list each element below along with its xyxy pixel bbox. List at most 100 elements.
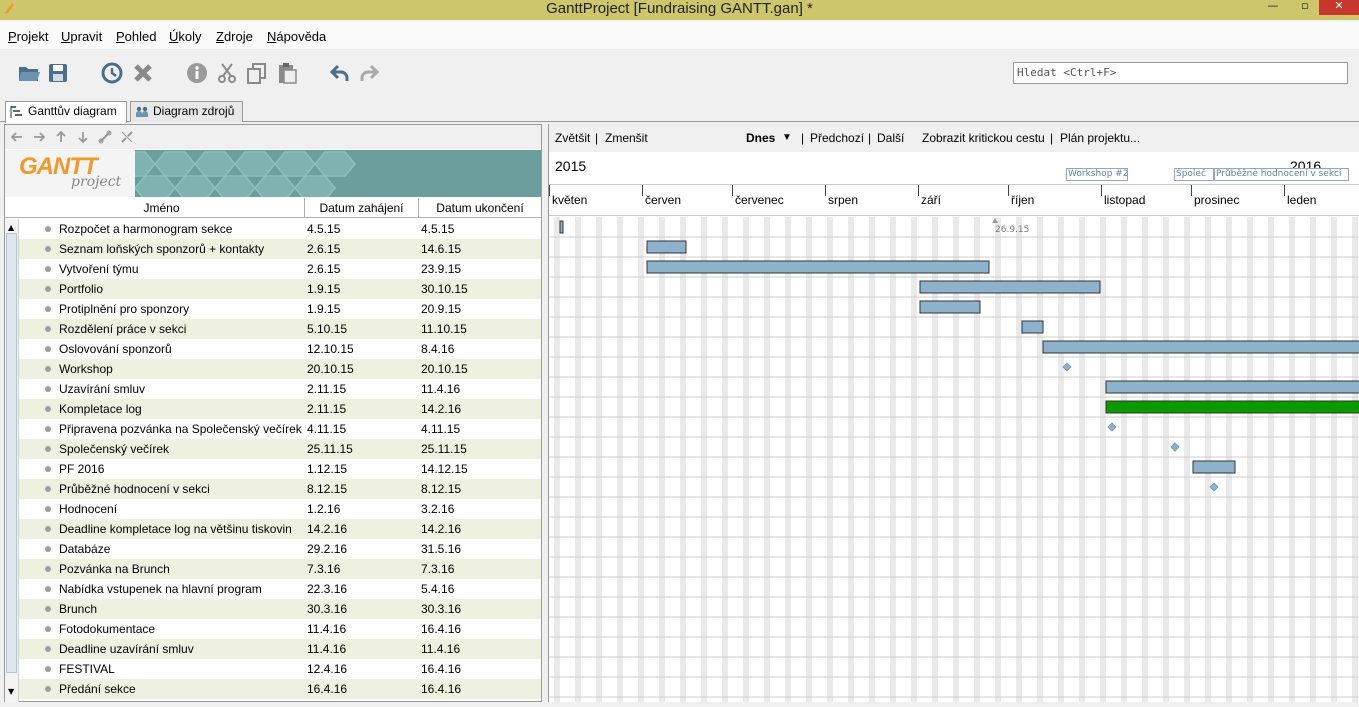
task-bullet-icon [45,426,51,432]
table-row[interactable]: Předání sekce 16.4.16 16.4.16 [19,679,541,699]
task-end-cell: 11.10.15 [421,322,467,336]
task-bar [1105,400,1359,414]
month-tick [549,185,550,196]
gantt-chart-canvas[interactable]: 26.9.15 [549,217,1359,702]
move-down-icon[interactable] [75,129,91,145]
menu-napoveda[interactable]: Nápověda [267,29,326,44]
weekend-stripe [1121,217,1124,702]
move-up-icon[interactable] [53,129,69,145]
table-row[interactable]: Společenský večírek 25.11.15 25.11.15 [19,439,541,459]
menu-upravit[interactable]: Upravit [61,29,102,44]
task-nav-toolbar [5,125,541,149]
weekend-stripe [1124,217,1127,702]
task-bullet-icon [45,226,51,232]
search-input[interactable]: Hledat <Ctrl+F> [1013,62,1348,84]
weekend-stripe [872,217,875,702]
menu-pohled[interactable]: Pohled [116,29,156,44]
column-header-end[interactable]: Datum ukončení [419,198,541,218]
task-name-cell: PF 2016 [59,462,105,476]
minimize-button[interactable]: — [1263,0,1283,13]
indent-icon[interactable] [31,129,47,145]
table-row[interactable]: Workshop 20.10.15 20.10.15 [19,359,541,379]
tab-gantt-chart[interactable]: Ganttův diagram [5,101,127,123]
month-tick [1191,185,1192,196]
weekend-stripe [1292,217,1295,702]
unlink-icon[interactable] [119,129,135,145]
table-row[interactable]: Kompletace log 2.11.15 14.2.16 [19,399,541,419]
previous-link[interactable]: Předchozí [810,131,864,145]
undo-icon[interactable] [328,61,352,85]
critical-path-link[interactable]: Zobrazit kritickou cestu [922,131,1045,145]
column-header-start[interactable]: Datum zahájení [305,198,419,218]
table-row[interactable]: Rozpočet a harmonogram sekce 4.5.15 4.5.15 [19,219,541,239]
table-row[interactable]: Hodnocení 1.2.16 3.2.16 [19,499,541,519]
weekend-stripe [746,217,749,702]
month-tick [825,185,826,196]
column-header-name[interactable]: Jméno [19,198,305,218]
table-row[interactable]: Brunch 30.3.16 30.3.16 [19,599,541,619]
next-link[interactable]: Další [877,131,904,145]
table-row[interactable]: Vytvoření týmu 2.6.15 23.9.15 [19,259,541,279]
task-name-cell: Nabídka vstupenek na hlavní program [59,582,262,596]
history-clock-icon[interactable] [100,61,124,85]
maximize-button[interactable]: ▫ [1295,0,1315,13]
weekend-stripe [809,217,812,702]
table-row[interactable]: Deadline kompletace log na většinu tisko… [19,519,541,539]
weekend-stripe [596,217,599,702]
save-icon[interactable] [46,61,70,85]
table-row[interactable]: Pozvánka na Brunch 7.3.16 7.3.16 [19,559,541,579]
table-row[interactable]: Uzavírání smluv 2.11.15 11.4.16 [19,379,541,399]
gantt-icon [10,106,22,118]
milestone-diamond [1170,442,1180,452]
zoom-out-link[interactable]: Zmenšit [605,131,648,145]
task-table-body: Rozpočet a harmonogram sekce 4.5.15 4.5.15… [5,219,541,702]
table-row[interactable]: Průběžné hodnocení v sekci 8.12.15 8.12.15 [19,479,541,499]
table-row[interactable]: Portfolio 1.9.15 30.10.15 [19,279,541,299]
table-row[interactable]: Fotodokumentace 11.4.16 16.4.16 [19,619,541,639]
tab-resource-chart[interactable]: Diagram zdrojů [130,101,243,122]
task-name-cell: Fotodokumentace [59,622,156,636]
table-row[interactable]: Databáze 29.2.16 31.5.16 [19,539,541,559]
copy-icon[interactable] [245,61,269,85]
weekend-stripe [893,217,896,702]
task-bullet-icon [45,646,51,652]
table-row[interactable]: Seznam loňských sponzorů + kontakty 2.6.1… [19,239,541,259]
menu-ukoly[interactable]: Úkoly [169,29,202,44]
table-row[interactable]: FESTIVAL 12.4.16 16.4.16 [19,659,541,679]
open-folder-icon[interactable] [17,61,41,85]
paste-icon[interactable] [275,61,299,85]
zoom-in-link[interactable]: Zvětšit [555,131,590,145]
today-dropdown[interactable]: Dnes [746,131,775,145]
redo-icon[interactable] [357,61,381,85]
task-start-cell: 11.4.16 [307,622,347,636]
separator: | [1050,131,1054,145]
task-bullet-icon [45,546,51,552]
weekend-stripe [1142,217,1145,702]
table-row[interactable]: Oslovování sponzorů 12.10.15 8.4.16 [19,339,541,359]
weekend-stripe [1331,217,1334,702]
link-icon[interactable] [97,129,113,145]
table-row[interactable]: Protiplnění pro sponzory 1.9.15 20.9.15 [19,299,541,319]
task-end-cell: 25.11.15 [421,442,467,456]
cut-icon[interactable] [215,61,239,85]
task-bar [1021,320,1044,334]
project-plan-link[interactable]: Plán projektu... [1060,131,1140,145]
delete-icon[interactable] [131,61,155,85]
task-end-cell: 4.5.15 [421,222,455,236]
table-row[interactable]: Rozdělení práce v sekci 5.10.15 11.10.15 [19,319,541,339]
tab-gantt-label: Ganttův diagram [28,104,117,118]
menu-projekt[interactable]: Projekt [8,29,48,44]
milestone-diamond [1062,362,1072,372]
task-name-cell: Databáze [59,542,111,556]
table-row[interactable]: Nabídka vstupenek na hlavní program 22.3.… [19,579,541,599]
menu-zdroje[interactable]: Zdroje [216,29,253,44]
info-icon[interactable] [185,61,209,85]
outdent-icon[interactable] [9,129,25,145]
table-row[interactable]: PF 2016 1.12.15 14.12.15 [19,459,541,479]
chevron-down-icon[interactable]: ▼ [782,132,792,143]
table-row[interactable]: Připravena pozvánka na Společenský večír… [19,419,541,439]
weekend-stripe [1187,217,1190,702]
table-row[interactable]: Deadline uzavírání smluv 11.4.16 11.4.16 [19,639,541,659]
weekend-stripe [1229,217,1232,702]
close-window-button[interactable]: ✕ [1319,0,1359,15]
